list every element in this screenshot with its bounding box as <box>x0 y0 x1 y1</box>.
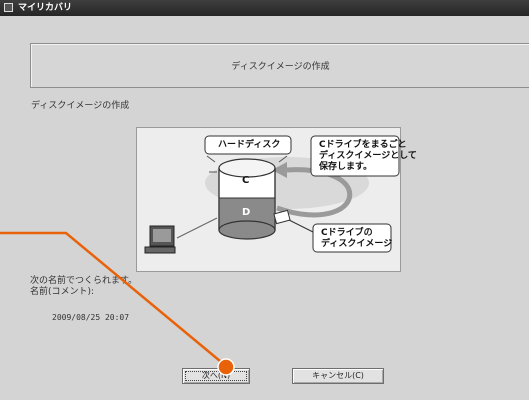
image-file-icon <box>273 209 291 225</box>
header-title: ディスクイメージの作成 <box>231 62 330 72</box>
status-line2: 名前(コメント): <box>30 287 95 297</box>
save-callout-line1: Cドライブをまるごと <box>319 140 407 150</box>
title-bar: マイリカバリ <box>0 0 529 16</box>
hdd-label: ハードディスク <box>218 140 281 150</box>
drive-d-label: D <box>242 207 251 218</box>
cancel-button[interactable]: キャンセル(C) <box>292 368 384 384</box>
recovery-window: マイリカバリ ディスクイメージの作成 ディスクイメージの作成 ハードディスク C… <box>0 0 529 400</box>
image-callout-line2: ディスクイメージ <box>321 239 393 249</box>
drive-c-label: C <box>242 175 250 186</box>
disk-image-diagram: ハードディスク C D Cドライブをまるごと ディスクイメージとして 保存します… <box>136 127 417 272</box>
next-button[interactable]: 次へ(N) <box>182 368 250 384</box>
pc-icon <box>144 225 176 254</box>
image-callout-line1: Cドライブの <box>321 228 373 238</box>
save-callout-line3: 保存します。 <box>319 162 373 172</box>
app-icon <box>4 3 13 12</box>
header-panel: ディスクイメージの作成 <box>30 43 529 88</box>
status-text: 次の名前でつくられます。 名前(コメント): <box>30 276 137 298</box>
save-callout-line2: ディスクイメージとして <box>319 151 417 161</box>
screenshot-stage: マイリカバリ ディスクイメージの作成 ディスクイメージの作成 ハードディスク C… <box>0 0 529 400</box>
disk-base <box>218 220 276 240</box>
image-date: 2009/08/25 20:07 <box>52 313 130 322</box>
status-line1: 次の名前でつくられます。 <box>30 276 138 286</box>
window-title: マイリカバリ <box>18 3 73 13</box>
section-label: ディスクイメージの作成 <box>31 101 130 111</box>
